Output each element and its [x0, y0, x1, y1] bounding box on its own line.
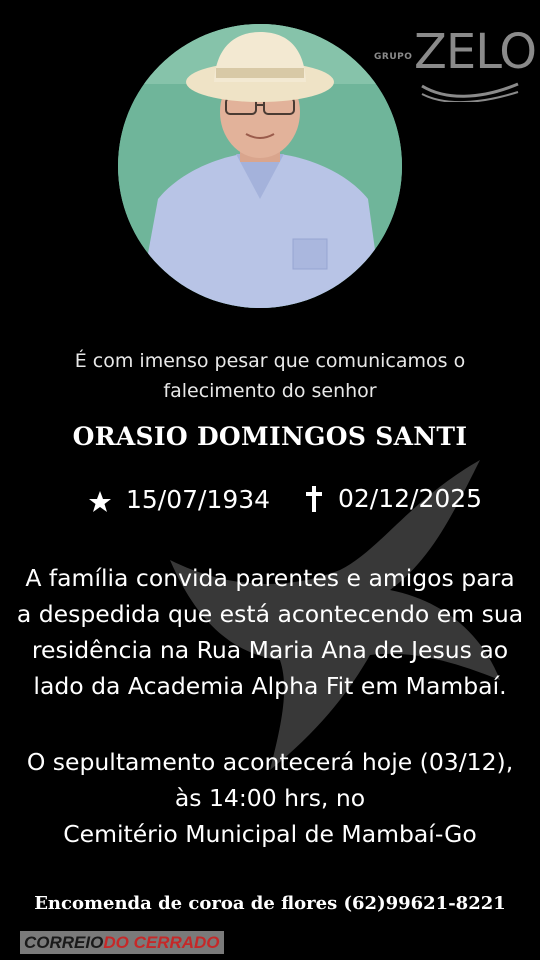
flower-order-contact: Encomenda de coroa de flores (62)99621-8… — [34, 893, 506, 914]
logo-wave-icon — [421, 82, 519, 102]
message-line: a despedida que está acontecendo em sua — [16, 600, 524, 628]
life-dates: 15/07/1934 02/12/2025 — [0, 484, 540, 518]
burial-line: às 14:00 hrs, no — [174, 784, 366, 812]
message-line: A família convida parentes e amigos para — [25, 564, 515, 592]
deceased-portrait — [118, 24, 402, 308]
intro-text: É com imenso pesar que comunicamos o fal… — [0, 346, 540, 406]
logo-small-text: GRUPO — [374, 52, 413, 62]
burial-line: O sepultamento acontecerá hoje (03/12), — [26, 748, 514, 776]
deceased-name: ORASIO DOMINGOS SANTI — [72, 422, 468, 451]
watermark-part-1: CORREIO — [24, 932, 104, 952]
death-date: 02/12/2025 — [338, 484, 483, 513]
logo-brand-text: ZELO — [414, 24, 537, 80]
grupo-zelo-logo: GRUPO ZELO — [374, 28, 537, 106]
correio-do-cerrado-watermark: CORREIO DO CERRADO — [20, 931, 224, 954]
intro-line-2: falecimento do senhor — [163, 380, 377, 402]
birth-date: 15/07/1934 — [126, 484, 271, 514]
watermark-part-2: DO CERRADO — [103, 932, 220, 952]
birth-date-group: 15/07/1934 — [88, 484, 270, 514]
family-message: A família convida parentes e amigos para… — [0, 560, 540, 704]
message-line: lado da Academia Alpha Fit em Mambaí. — [33, 672, 507, 700]
star-icon — [89, 491, 111, 512]
message-line: residência na Rua Maria Ana de Jesus ao — [31, 636, 509, 664]
burial-line: Cemitério Municipal de Mambaí-Go — [63, 820, 477, 848]
burial-info: O sepultamento acontecerá hoje (03/12), … — [0, 744, 540, 852]
intro-line-1: É com imenso pesar que comunicamos o — [74, 350, 466, 372]
death-date-group: 02/12/2025 — [304, 484, 482, 513]
cross-icon — [306, 485, 322, 512]
portrait-image — [118, 24, 402, 308]
